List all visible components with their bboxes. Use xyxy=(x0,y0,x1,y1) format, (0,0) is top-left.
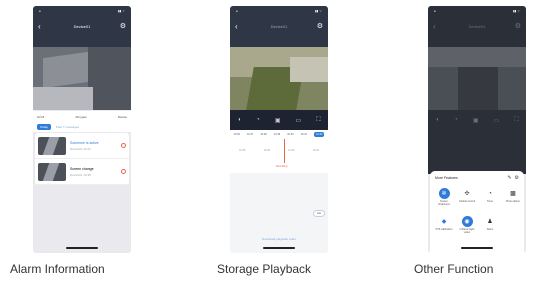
playback-toolbar: ◖ ◔ ▣ ▭ ⛶ xyxy=(230,110,328,130)
back-icon[interactable]: ‹ xyxy=(433,22,441,31)
record-icon: ◔ xyxy=(454,117,458,123)
tab-past[interactable]: Past 7 messages xyxy=(56,125,79,129)
back-icon[interactable]: ‹ xyxy=(38,22,46,31)
time-option[interactable]: 10:39 xyxy=(274,133,280,136)
nav-bar: ‹ Device01 ⚙ xyxy=(230,16,328,36)
gear-icon[interactable]: ⚙ xyxy=(513,22,521,30)
panel-title: More Features xyxy=(435,176,458,180)
alarm-item[interactable]: Screen change Device01 10:38 xyxy=(35,159,129,185)
features-phone-screen: ● ▮▮ ⌔ ‹ Device01 ⚙ ◖ ◔ ▣ ▭ ⛶ More Featur… xyxy=(428,6,526,253)
nav-bar: ‹ Device01 ⚙ xyxy=(428,16,526,36)
caption-alarm: Alarm Information xyxy=(10,262,105,276)
clip-icon[interactable]: ▭ xyxy=(296,117,302,124)
status-bar: ● ▮▮ ⌔ xyxy=(236,8,322,14)
gear-icon[interactable]: ⚙ xyxy=(315,22,323,30)
snapshot-icon[interactable]: ▣ xyxy=(275,117,281,124)
gimbal-icon: ✣ xyxy=(461,188,473,199)
video-preview[interactable] xyxy=(33,47,131,110)
playback-lower-area: List Download playback video xyxy=(230,173,328,253)
type-filter[interactable]: All types xyxy=(75,115,86,119)
night-vision-icon: ◉ xyxy=(461,216,473,227)
time-option[interactable]: 10:41 xyxy=(301,133,307,136)
date-filter[interactable]: Oct 8 xyxy=(37,115,44,119)
features-panel: More Features ✎ ⚙ ✲ Screen brightness ✣ … xyxy=(430,171,524,253)
status-bar: ● ▮▮ ⌔ xyxy=(39,8,125,14)
time-option-selected[interactable]: 10:42 xyxy=(314,132,325,137)
alarm-title: Someone is active xyxy=(70,140,99,145)
alarm-phone-screen: ● ▮▮ ⌔ ‹ Device01 ⚙ Oct 8 All types Devic… xyxy=(33,6,131,253)
feature-timer[interactable]: ◔ Timer xyxy=(480,188,500,203)
ptz-icon: ◆ xyxy=(438,216,450,227)
speaker-icon[interactable]: ◖ xyxy=(238,117,242,123)
feature-night-vision[interactable]: ◉ Infrared night vision xyxy=(457,216,477,234)
photo-album-icon: ▩ xyxy=(507,188,519,199)
back-icon[interactable]: ‹ xyxy=(235,22,243,31)
timeline-tick: 10:38 xyxy=(263,149,270,152)
caption-playback: Storage Playback xyxy=(217,262,312,276)
alarm-thumbnail xyxy=(38,162,66,181)
time-option[interactable]: 10:36 xyxy=(234,133,240,136)
nav-bar: ‹ Device01 ⚙ xyxy=(33,16,131,36)
video-toolbar: ◖ ◔ ▣ ▭ ⛶ xyxy=(428,110,526,130)
device-title: Device01 xyxy=(270,23,288,29)
timeline-tick: 10:42 xyxy=(312,149,319,152)
feature-ptz[interactable]: ◆ PTZ calibration xyxy=(434,216,454,231)
edit-icon[interactable]: ✎ xyxy=(507,175,511,181)
download-link[interactable]: Download playback video xyxy=(230,237,328,241)
alarm-thumbnail xyxy=(38,136,66,155)
alarm-icon: ♟ xyxy=(484,216,496,227)
timeline-tick: 10:40 xyxy=(288,149,295,152)
filter-bar: Oct 8 All types Device xyxy=(33,111,131,122)
alarm-title: Screen change xyxy=(70,166,94,171)
fullscreen-icon: ⛶ xyxy=(514,116,519,123)
timeline-cursor[interactable] xyxy=(284,139,285,163)
playback-timeline[interactable]: 10:36 10:38 10:40 10:42 Recording xyxy=(230,139,328,173)
playback-video[interactable] xyxy=(230,47,328,110)
unread-dot xyxy=(121,169,126,174)
alarm-meta: Device01 10:41 xyxy=(70,146,91,151)
device-title: Device01 xyxy=(468,23,486,29)
home-indicator xyxy=(461,247,493,249)
video-preview xyxy=(428,47,526,110)
unread-dot xyxy=(121,143,126,148)
status-bar: ● ▮▮ ⌔ xyxy=(434,8,520,14)
brightness-icon: ✲ xyxy=(438,188,450,199)
time-selector: 10:36 10:37 10:38 10:39 10:40 10:41 10:4… xyxy=(230,130,328,139)
device-filter[interactable]: Device xyxy=(118,115,127,119)
feature-photo-album[interactable]: ▩ Photo album xyxy=(503,188,523,203)
home-indicator xyxy=(263,247,295,249)
snapshot-icon: ▣ xyxy=(472,117,479,124)
feature-alarm[interactable]: ♟ Alarm xyxy=(480,216,500,231)
alarm-meta: Device01 10:38 xyxy=(70,172,91,177)
timer-icon: ◔ xyxy=(484,188,496,199)
fullscreen-icon[interactable]: ⛶ xyxy=(316,117,320,124)
timeline-tick: 10:36 xyxy=(239,149,246,152)
tab-today[interactable]: Today xyxy=(37,124,52,130)
device-title: Device01 xyxy=(73,23,91,29)
gear-icon[interactable]: ⚙ xyxy=(118,22,126,30)
record-icon[interactable]: ◔ xyxy=(256,117,260,123)
time-option[interactable]: 10:38 xyxy=(260,133,266,136)
list-button[interactable]: List xyxy=(313,210,325,217)
feature-brightness[interactable]: ✲ Screen brightness xyxy=(434,188,454,206)
alarm-list: Someone is active Device01 10:41 Screen … xyxy=(35,133,129,185)
gear-icon[interactable]: ⚙ xyxy=(515,175,519,181)
feature-gimbal[interactable]: ✣ Gimbal control xyxy=(457,188,477,203)
alarm-tabs: Today Past 7 messages xyxy=(33,122,131,132)
alarm-item[interactable]: Someone is active Device01 10:41 xyxy=(35,133,129,159)
recording-label: Recording xyxy=(276,165,288,168)
caption-other: Other Function xyxy=(414,262,494,276)
speaker-icon: ◖ xyxy=(435,117,440,123)
time-option[interactable]: 10:37 xyxy=(247,133,253,136)
home-indicator xyxy=(66,247,98,249)
clip-icon: ▭ xyxy=(493,117,500,124)
playback-phone-screen: ● ▮▮ ⌔ ‹ Device01 ⚙ ◖ ◔ ▣ ▭ ⛶ 10:36 10:37… xyxy=(230,6,328,253)
time-option[interactable]: 10:40 xyxy=(287,133,293,136)
